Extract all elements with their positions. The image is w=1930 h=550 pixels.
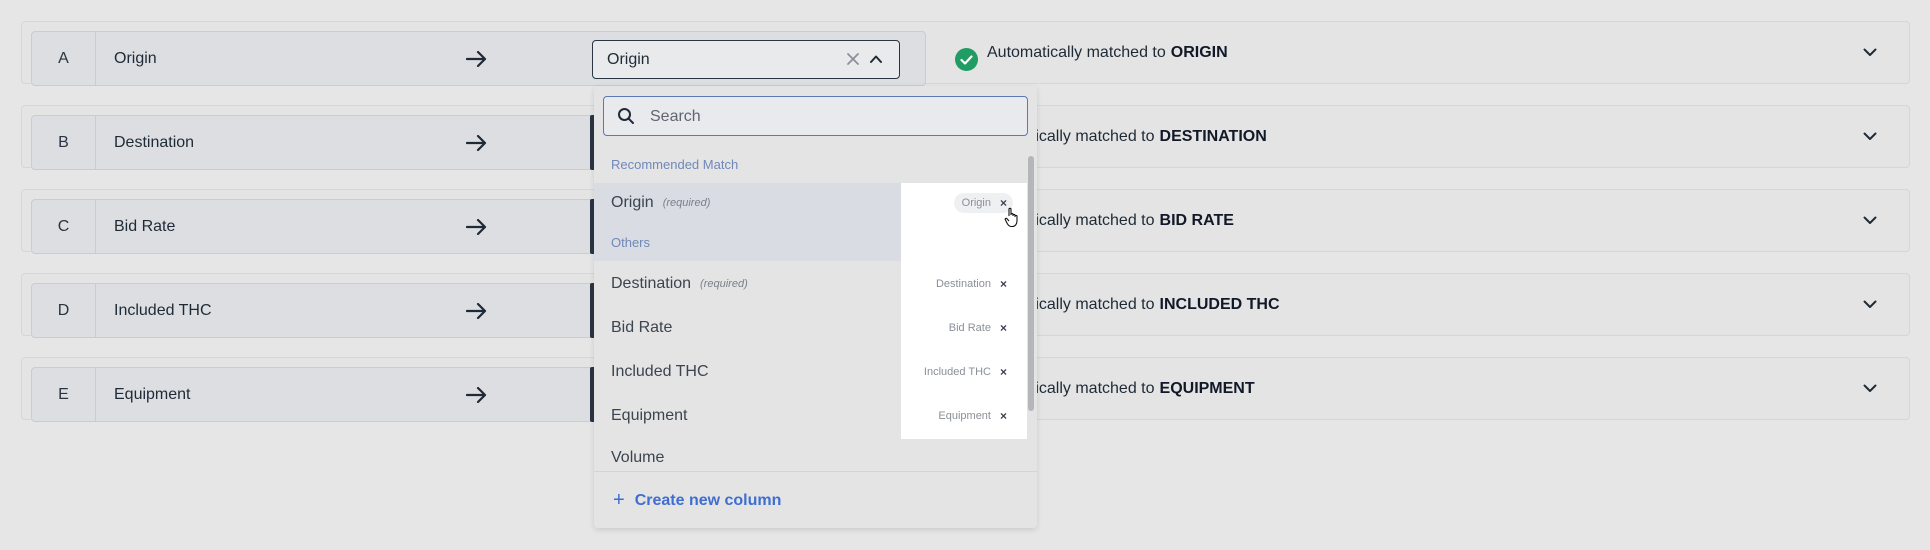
option-label: Destination (611, 275, 692, 292)
option-bid-rate[interactable]: Bid Rate Bid Rate × (594, 308, 1026, 348)
search-field[interactable] (603, 96, 1028, 137)
match-prefix: Automatically matched to (987, 43, 1166, 61)
option-tag: Included THC × (915, 362, 1013, 382)
option-included-thc[interactable]: Included THC Included THC × (594, 352, 1026, 392)
hand-cursor-icon (1004, 207, 1020, 234)
arrow-right-icon (457, 200, 497, 253)
clear-icon[interactable] (846, 52, 860, 71)
others-heading: Others (611, 235, 651, 250)
source-column-name: Equipment (114, 385, 191, 403)
option-tag: Equipment × (930, 406, 1013, 426)
match-target: ORIGIN (1170, 43, 1228, 61)
match-target: DESTINATION (1159, 127, 1267, 145)
chevron-down-icon[interactable] (1858, 358, 1882, 419)
option-destination[interactable]: Destination (required) Destination × (594, 264, 1026, 304)
create-label: Create new column (634, 491, 782, 509)
column-letter: E (32, 368, 96, 421)
tag-label: Destination (935, 278, 991, 290)
match-prefix: atically matched to (1022, 379, 1155, 397)
source-column-name: Destination (114, 133, 195, 151)
tag-label: Equipment (938, 410, 991, 422)
match-target: EQUIPMENT (1159, 379, 1255, 397)
option-label: Included THC (611, 363, 709, 380)
arrow-right-icon (457, 368, 497, 421)
option-equipment[interactable]: Equipment Equipment × (594, 396, 1026, 436)
required-marker: (required) (700, 278, 748, 290)
tag-remove-icon[interactable]: × (1000, 277, 1007, 291)
search-input[interactable] (648, 97, 1012, 137)
tag-label: Included THC (923, 366, 991, 378)
arrow-right-icon (457, 32, 497, 85)
option-origin[interactable]: Origin (required) Origin × (594, 183, 1026, 223)
plus-icon: + (613, 489, 625, 511)
match-prefix: atically matched to (1022, 127, 1155, 145)
option-label: Equipment (611, 407, 688, 424)
option-label: Bid Rate (611, 319, 673, 336)
column-letter: C (32, 200, 96, 253)
chevron-down-icon[interactable] (1858, 22, 1882, 83)
select-value: Origin (607, 50, 650, 68)
chevron-down-icon[interactable] (1858, 106, 1882, 167)
match-prefix: atically matched to (1022, 211, 1155, 229)
scrollbar[interactable] (1028, 156, 1034, 411)
source-column-name: Bid Rate (114, 217, 176, 235)
match-status: atically matched to INCLUDED THC (1022, 274, 1280, 335)
option-tag: Bid Rate × (940, 318, 1013, 338)
match-target: BID RATE (1159, 211, 1234, 229)
option-tag: Destination × (927, 274, 1013, 294)
tag-label: Bid Rate (948, 322, 991, 334)
required-marker: (required) (662, 197, 711, 209)
tag-label: Origin (961, 197, 991, 209)
column-dropdown: Recommended Match Origin (required) Orig… (594, 86, 1037, 528)
match-prefix: atically matched to (1022, 295, 1155, 313)
column-letter: D (32, 284, 96, 337)
tag-remove-icon[interactable]: × (1000, 321, 1007, 335)
column-letter: A (32, 32, 96, 85)
dropdown-footer: + Create new column (594, 471, 1037, 528)
tag-remove-icon[interactable]: × (1000, 365, 1007, 379)
tag-remove-icon[interactable]: × (1000, 409, 1007, 423)
target-select[interactable]: Origin (592, 40, 900, 79)
option-label: Origin (611, 194, 654, 211)
match-status: Automatically matched to ORIGIN (987, 22, 1228, 83)
chevron-down-icon[interactable] (1858, 190, 1882, 251)
source-column-name: Included THC (114, 301, 212, 319)
option-label: Volume (611, 449, 665, 466)
check-circle-icon (955, 48, 978, 71)
chevron-down-icon[interactable] (1858, 274, 1882, 335)
column-letter: B (32, 116, 96, 169)
create-new-column-button[interactable]: + Create new column (613, 472, 781, 528)
source-column-name: Origin (114, 49, 157, 67)
recommended-heading: Recommended Match (611, 157, 739, 172)
arrow-right-icon (457, 116, 497, 169)
chevron-up-icon[interactable] (869, 52, 883, 71)
match-status: atically matched to EQUIPMENT (1022, 358, 1255, 419)
arrow-right-icon (457, 284, 497, 337)
match-target: INCLUDED THC (1159, 295, 1280, 313)
match-status: atically matched to BID RATE (1022, 190, 1234, 251)
search-icon (617, 107, 635, 130)
match-status: atically matched to DESTINATION (1022, 106, 1267, 167)
